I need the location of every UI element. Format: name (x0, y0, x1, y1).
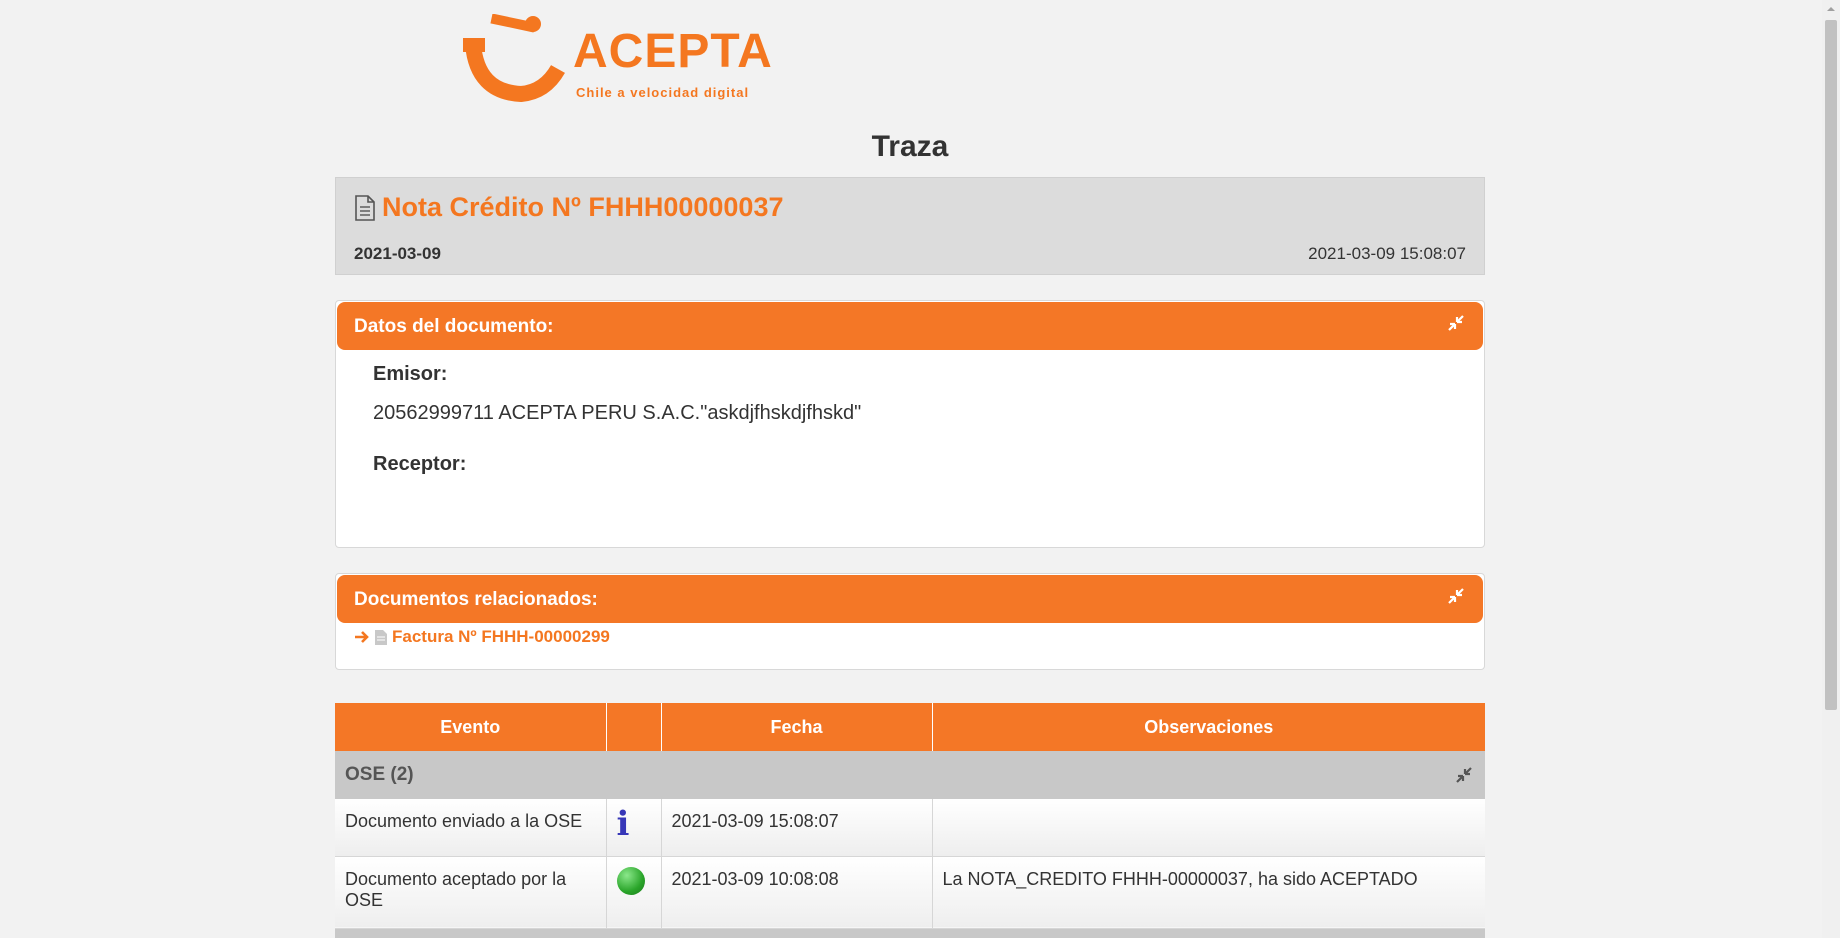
icon-cell (606, 856, 662, 929)
event-group-cell: OSE (2) (335, 751, 1485, 799)
table-header-row: Evento Fecha Observaciones (335, 703, 1485, 751)
documentos-relacionados-panel: Documentos relacionados: Factura Nº FHHH… (335, 573, 1485, 670)
document-datetime: 2021-03-09 15:08:07 (1308, 244, 1466, 263)
logo-tagline: Chile a velocidad digital (576, 85, 750, 100)
document-title: Nota Crédito Nº FHHH00000037 (354, 192, 783, 223)
green-status-icon (616, 866, 645, 895)
document-summary-card: Nota Crédito Nº FHHH00000037 2021-03-09 … (335, 177, 1485, 275)
acepta-logo: ACEPTA Chile a velocidad digital (463, 14, 773, 104)
fecha-cell: 2021-03-09 10:08:08 (661, 856, 933, 929)
documentos-relacionados-title: Documentos relacionados: (354, 589, 598, 610)
fecha-cell: 2021-03-09 15:08:07 (661, 799, 933, 857)
emisor-label: Emisor: (373, 363, 448, 385)
datos-documento-title: Datos del documento: (354, 316, 554, 337)
compress-icon[interactable] (1447, 587, 1465, 605)
related-document-link[interactable]: Factura Nº FHHH-00000299 (354, 627, 610, 647)
table-row: Documento aceptado por la OSE 2021-03-09… (335, 856, 1485, 929)
table-row: Documento enviado a la OSE i 2021-03-09 … (335, 799, 1485, 857)
next-group-row-partial (335, 929, 1485, 938)
arrow-right-icon (355, 631, 369, 643)
documentos-relacionados-header: Documentos relacionados: (337, 575, 1483, 623)
logo-smile-icon (463, 14, 565, 103)
scroll-up-arrow-icon[interactable] (1822, 0, 1840, 18)
datos-documento-header: Datos del documento: (337, 302, 1483, 350)
scrollbar-thumb[interactable] (1825, 20, 1837, 710)
vertical-scrollbar[interactable] (1822, 0, 1840, 938)
column-header-evento: Evento (335, 703, 607, 751)
column-header-observaciones: Observaciones (932, 703, 1485, 751)
event-group-label: OSE (2) (345, 764, 414, 785)
events-table: Evento Fecha Observaciones OSE (2) Docum… (335, 703, 1485, 929)
receptor-label: Receptor: (373, 453, 467, 475)
observaciones-cell (932, 799, 1485, 857)
compress-icon[interactable] (1447, 314, 1465, 332)
info-icon: i (616, 804, 630, 844)
evento-cell: Documento enviado a la OSE (335, 799, 607, 857)
logo-wordmark: ACEPTA (573, 25, 773, 78)
column-header-icon (606, 703, 662, 751)
event-group-row[interactable]: OSE (2) (335, 751, 1485, 799)
page-title: Traza (871, 130, 949, 163)
document-icon (355, 194, 375, 221)
compress-icon[interactable] (1455, 766, 1473, 784)
file-icon (375, 629, 387, 645)
datos-documento-panel: Datos del documento: Emisor: 20562999711… (335, 300, 1485, 548)
related-document-label: Factura Nº FHHH-00000299 (392, 627, 610, 646)
document-title-text: Nota Crédito Nº FHHH00000037 (382, 192, 784, 222)
column-header-fecha: Fecha (661, 703, 933, 751)
icon-cell: i (606, 799, 662, 857)
emisor-value: 20562999711 ACEPTA PERU S.A.C."askdjfhsk… (373, 402, 862, 424)
evento-cell: Documento aceptado por la OSE (335, 856, 607, 929)
observaciones-cell: La NOTA_CREDITO FHHH-00000037, ha sido A… (932, 856, 1485, 929)
document-date: 2021-03-09 (354, 244, 441, 263)
